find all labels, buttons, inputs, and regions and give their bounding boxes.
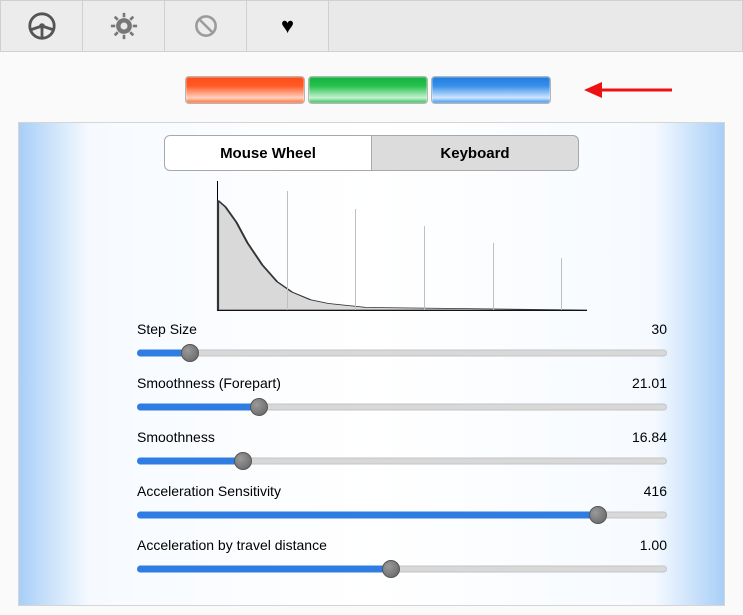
curve-preview-chart [217, 181, 587, 311]
chart-step-marker [424, 226, 425, 310]
chart-step-marker [355, 209, 356, 310]
disable-button[interactable] [165, 1, 247, 51]
slider-row: Acceleration Sensitivity 416 [137, 483, 667, 527]
slider-track[interactable] [137, 341, 667, 365]
slider-thumb[interactable] [250, 398, 268, 416]
disable-icon [192, 12, 220, 40]
slider-list: Step Size30Smoothness (Forepart)21.01Smo… [137, 321, 667, 581]
slider-fill [137, 404, 259, 411]
slider-track[interactable] [137, 503, 667, 527]
gear-icon [110, 12, 138, 40]
slider-label: Step Size [137, 321, 197, 337]
slider-track[interactable] [137, 395, 667, 419]
slider-fill [137, 458, 243, 465]
settings-panel: Mouse Wheel Keyboard Step Size 30 Smoothne… [18, 122, 725, 606]
toolbar: ♥ [0, 0, 743, 52]
slider-track[interactable] [137, 449, 667, 473]
steering-wheel-button[interactable] [1, 1, 83, 51]
favorite-button[interactable]: ♥ [247, 1, 329, 51]
input-mode-segmented: Mouse Wheel Keyboard [164, 135, 579, 171]
slider-track[interactable] [137, 557, 667, 581]
slider-row: Acceleration by travel distance 1.00 [137, 537, 667, 581]
chart-step-marker [561, 258, 562, 310]
slider-fill [137, 512, 598, 519]
slider-label: Smoothness (Forepart) [137, 375, 281, 391]
slider-row: Step Size 30 [137, 321, 667, 365]
slider-value: 16.84 [632, 429, 667, 445]
preset-green[interactable] [308, 76, 428, 104]
arrow-left-icon [584, 78, 674, 102]
slider-label: Acceleration by travel distance [137, 537, 327, 553]
slider-rail [137, 350, 667, 357]
tab-mouse-wheel[interactable]: Mouse Wheel [164, 135, 372, 171]
slider-value: 21.01 [632, 375, 667, 391]
heart-icon: ♥ [281, 13, 294, 39]
tab-keyboard[interactable]: Keyboard [372, 135, 579, 171]
slider-label: Smoothness [137, 429, 215, 445]
slider-thumb[interactable] [382, 560, 400, 578]
slider-value: 1.00 [640, 537, 667, 553]
preset-blue[interactable] [431, 76, 551, 104]
gear-button[interactable] [83, 1, 165, 51]
curve-path [218, 181, 587, 310]
slider-thumb[interactable] [589, 506, 607, 524]
chart-step-marker [287, 191, 288, 310]
slider-thumb[interactable] [234, 452, 252, 470]
slider-value: 30 [651, 321, 667, 337]
slider-thumb[interactable] [181, 344, 199, 362]
chart-step-marker [493, 243, 494, 310]
preset-row [0, 76, 743, 104]
slider-row: Smoothness 16.84 [137, 429, 667, 473]
preset-orange[interactable] [185, 76, 305, 104]
slider-row: Smoothness (Forepart) 21.01 [137, 375, 667, 419]
slider-value: 416 [644, 483, 667, 499]
slider-fill [137, 566, 391, 573]
callout-arrow [584, 78, 674, 102]
slider-label: Acceleration Sensitivity [137, 483, 281, 499]
steering-wheel-icon [27, 11, 57, 41]
